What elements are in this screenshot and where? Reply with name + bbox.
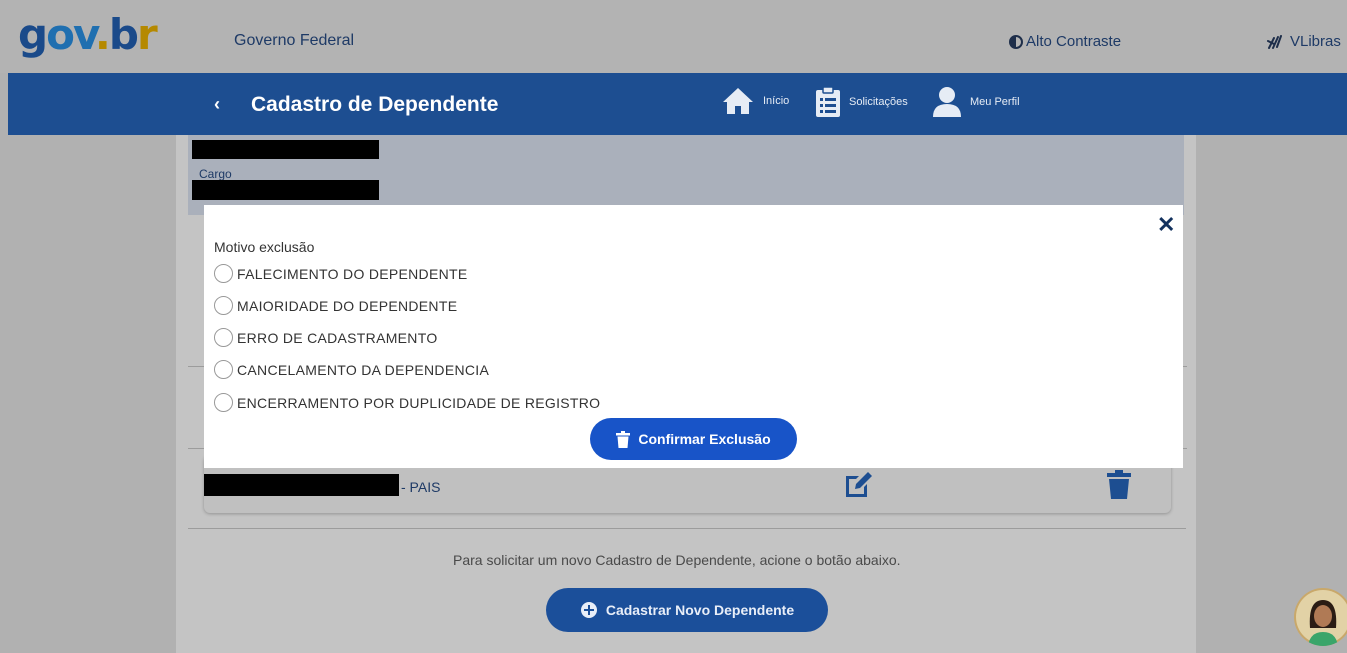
plus-circle-icon <box>580 602 597 618</box>
nav-meu-perfil-label: Meu Perfil <box>970 96 1020 108</box>
user-icon <box>933 87 961 117</box>
option-maioridade[interactable]: MAIORIDADE DO DEPENDENTE <box>214 296 457 315</box>
new-dependent-button-label: Cadastrar Novo Dependente <box>605 602 795 618</box>
sign-language-icon <box>1267 35 1282 49</box>
radio-button[interactable] <box>214 360 233 379</box>
governo-federal-link[interactable]: Governo Federal <box>234 32 354 50</box>
nav-solicitacoes-label: Solicitações <box>849 96 908 108</box>
option-label: ENCERRAMENTO POR DUPLICIDADE DE REGISTRO <box>237 394 601 411</box>
confirm-exclusion-button[interactable]: Confirmar Exclusão <box>590 418 797 460</box>
option-cancelamento[interactable]: CANCELAMENTO DA DEPENDENCIA <box>214 360 489 379</box>
alto-contraste-button[interactable]: Alto Contraste <box>1009 33 1121 50</box>
vlibras-button[interactable]: VLibras <box>1266 32 1341 50</box>
delete-button[interactable] <box>1106 470 1132 505</box>
redacted-dependent-name <box>204 474 399 496</box>
assistant-avatar-icon <box>1296 590 1347 646</box>
nav-solicitacoes[interactable]: Solicitações <box>815 86 908 118</box>
option-erro-cadastramento[interactable]: ERRO DE CADASTRAMENTO <box>214 328 438 347</box>
divider <box>1183 448 1187 449</box>
nav-inicio[interactable]: Início <box>721 86 789 116</box>
redacted-cargo-value <box>192 180 379 200</box>
home-icon <box>723 88 753 114</box>
trash-icon <box>1107 470 1131 499</box>
divider <box>188 448 204 449</box>
close-icon[interactable]: ✕ <box>1157 212 1175 238</box>
confirm-exclusion-label: Confirmar Exclusão <box>638 431 771 447</box>
divider <box>1183 366 1187 367</box>
back-chevron-icon[interactable]: ‹ <box>214 94 220 115</box>
radio-button[interactable] <box>214 393 233 412</box>
new-dependent-info: Para solicitar um novo Cadastro de Depen… <box>453 552 901 568</box>
nav-inicio-label: Início <box>763 95 790 107</box>
option-label: CANCELAMENTO DA DEPENDENCIA <box>237 361 490 378</box>
cargo-label: Cargo <box>199 167 232 181</box>
radio-button[interactable] <box>214 264 233 283</box>
assistant-avatar[interactable] <box>1294 588 1347 646</box>
motivo-exclusao-label: Motivo exclusão <box>214 239 315 255</box>
dependent-relation: - PAIS <box>401 479 441 495</box>
vlibras-label: VLibras <box>1290 32 1341 50</box>
nav-meu-perfil[interactable]: Meu Perfil <box>932 86 1020 118</box>
divider <box>188 366 204 367</box>
option-label: MAIORIDADE DO DEPENDENTE <box>237 297 458 314</box>
radio-button[interactable] <box>214 328 233 347</box>
divider <box>188 528 1186 529</box>
gov-topbar <box>0 0 1347 73</box>
alto-contraste-label: Alto Contraste <box>1026 33 1122 50</box>
new-dependent-button[interactable]: Cadastrar Novo Dependente <box>546 588 828 632</box>
option-falecimento[interactable]: FALECIMENTO DO DEPENDENTE <box>214 264 468 283</box>
contrast-icon <box>1009 34 1023 49</box>
page-header <box>8 73 1347 135</box>
option-label: FALECIMENTO DO DEPENDENTE <box>237 265 468 282</box>
redacted-value <box>192 140 379 159</box>
page-title: Cadastro de Dependente <box>251 93 499 116</box>
edit-icon <box>846 472 872 497</box>
govbr-logo[interactable]: gov.br <box>18 14 158 56</box>
radio-button[interactable] <box>214 296 233 315</box>
option-duplicidade[interactable]: ENCERRAMENTO POR DUPLICIDADE DE REGISTRO <box>214 393 600 412</box>
trash-icon <box>616 430 631 448</box>
clipboard-icon <box>816 86 840 117</box>
edit-button[interactable] <box>843 470 875 505</box>
option-label: ERRO DE CADASTRAMENTO <box>237 329 438 346</box>
